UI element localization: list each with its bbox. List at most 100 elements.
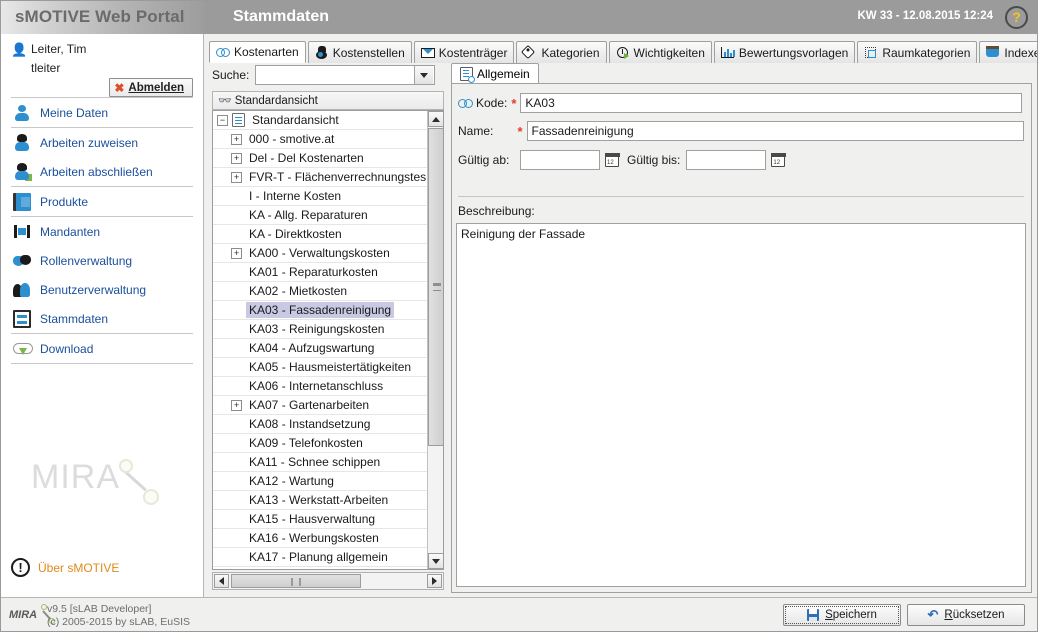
tab-kostentraeger[interactable]: Kostenträger xyxy=(413,41,515,63)
tree-row-label: KA06 - Internetanschluss xyxy=(249,379,384,393)
tree-view-header-label: Standardansicht xyxy=(234,94,318,107)
description-field[interactable] xyxy=(456,223,1026,587)
expand-icon[interactable]: + xyxy=(231,133,242,145)
tree-row[interactable]: KA - Direktkosten xyxy=(213,225,428,244)
footer-bar: MIRA v9.5 [sLAB Developer] (c) 2005-2015… xyxy=(1,597,1037,631)
name-row: Name: * xyxy=(458,121,1024,141)
main-content: Kostenarten Kostenstellen Kostenträger K… xyxy=(205,34,1037,598)
tree-row[interactable]: KA05 - Hausmeistertätigkeiten xyxy=(213,358,428,377)
kode-field[interactable] xyxy=(520,93,1023,113)
cost-unit-icon xyxy=(420,46,435,59)
valid-from-field[interactable] xyxy=(520,150,600,170)
tree-row[interactable]: KA16 - Werbungskosten xyxy=(213,529,428,548)
tree-row[interactable]: KA12 - Wartung xyxy=(213,472,428,491)
save-button[interactable]: Speichern xyxy=(783,604,901,626)
valid-to-field[interactable] xyxy=(686,150,767,170)
tree-vertical-scrollbar[interactable] xyxy=(427,111,443,569)
mira-logo: MIRA xyxy=(9,604,55,624)
tree-row-label: KA16 - Werbungskosten xyxy=(249,531,379,545)
scroll-right-icon[interactable] xyxy=(427,574,442,588)
index-icon xyxy=(986,46,1000,59)
tree-row[interactable]: KA02 - Mietkosten xyxy=(213,282,428,301)
calendar-icon[interactable] xyxy=(604,152,620,167)
tree-row[interactable]: KA03 - Fassadenreinigung xyxy=(213,301,428,320)
tree-row[interactable]: KA13 - Werkstatt-Arbeiten xyxy=(213,491,428,510)
tree-row[interactable]: + Del - Del Kostenarten xyxy=(213,149,428,168)
undo-icon: ↶ xyxy=(927,607,939,622)
vertical-scroll-thumb[interactable] xyxy=(428,128,443,446)
sidebar: 👤 Leiter, Tim tleiter ✖ Abmelden Meine D… xyxy=(1,34,204,598)
tree-expander-placeholder xyxy=(231,286,242,297)
tree-horizontal-scrollbar[interactable] xyxy=(212,572,444,590)
tab-kostenarten[interactable]: Kostenarten xyxy=(209,41,306,63)
logout-button-label: Abmelden xyxy=(128,81,184,94)
tree-row-label: KA03 - Reinigungskosten xyxy=(249,322,385,336)
tree-row[interactable]: + KA00 - Verwaltungskosten xyxy=(213,244,428,263)
tab-raumkategorien[interactable]: Raumkategorien xyxy=(857,41,978,63)
about-smotive-link[interactable]: ! Über sMOTIVE xyxy=(11,558,119,577)
tab-allgemein[interactable]: Allgemein xyxy=(451,63,539,84)
reset-button[interactable]: ↶ Rücksetzen xyxy=(907,604,1025,626)
tree-row[interactable]: KA09 - Telefonkosten xyxy=(213,434,428,453)
tree-row-label: I - Interne Kosten xyxy=(249,189,342,203)
sidebar-item-produkte[interactable]: Produkte xyxy=(1,187,203,216)
sidebar-item-stammdaten[interactable]: Stammdaten xyxy=(1,304,203,333)
tree-row[interactable]: KA - Allg. Reparaturen xyxy=(213,206,428,225)
tree-row-label: KA09 - Telefonkosten xyxy=(249,436,363,450)
scroll-down-icon[interactable] xyxy=(428,553,443,569)
tab-wichtigkeiten[interactable]: Wichtigkeiten xyxy=(608,41,712,63)
tree-row[interactable]: KA11 - Schnee schippen xyxy=(213,453,428,472)
tree-row[interactable]: KA06 - Internetanschluss xyxy=(213,377,428,396)
clock-icon xyxy=(616,46,630,59)
tree-row[interactable]: + FVR-T - Flächenverrechnungstes xyxy=(213,168,428,187)
sidebar-item-meine-daten[interactable]: Meine Daten xyxy=(1,98,203,127)
tree-row[interactable]: KA01 - Reparaturkosten xyxy=(213,263,428,282)
sidebar-item-download[interactable]: Download xyxy=(1,334,203,363)
tab-kostenstellen[interactable]: Kostenstellen xyxy=(307,41,412,63)
tree-view: − Standardansicht +000 - smotive.at + Del - … xyxy=(212,110,444,570)
sidebar-item-label: Produkte xyxy=(40,194,89,209)
tree-row[interactable]: + KA07 - Gartenarbeiten xyxy=(213,396,428,415)
sidebar-item-rollenverwaltung[interactable]: Rollenverwaltung xyxy=(1,246,203,275)
calendar-icon[interactable] xyxy=(770,152,786,167)
name-field[interactable] xyxy=(526,121,1024,141)
expand-icon[interactable]: + xyxy=(231,152,242,164)
help-icon[interactable]: ? xyxy=(1005,6,1028,29)
scroll-left-icon[interactable] xyxy=(214,574,229,588)
tree-row[interactable]: KA04 - Aufzugswartung xyxy=(213,339,428,358)
sidebar-item-arbeiten-zuweisen[interactable]: Arbeiten zuweisen xyxy=(1,128,203,157)
tree-row-label: KA05 - Hausmeistertätigkeiten xyxy=(249,360,412,374)
sidebar-item-arbeiten-abschliessen[interactable]: Arbeiten abschließen xyxy=(1,157,203,186)
expand-icon[interactable]: + xyxy=(231,247,242,259)
tab-label: Kostenträger xyxy=(438,45,508,60)
tree-row[interactable]: KA03 - Reinigungskosten xyxy=(213,320,428,339)
search-input[interactable] xyxy=(256,66,415,84)
bar-chart-icon xyxy=(720,46,735,59)
scroll-up-icon[interactable] xyxy=(428,111,443,127)
sidebar-item-mandanten[interactable]: Mandanten xyxy=(1,217,203,246)
tree-row[interactable]: KA08 - Instandsetzung xyxy=(213,415,428,434)
expand-icon[interactable]: + xyxy=(231,399,242,411)
save-button-label: Speichern xyxy=(825,609,877,621)
tree-row[interactable]: I - Interne Kosten xyxy=(213,187,428,206)
tab-indexe[interactable]: Indexe xyxy=(979,41,1037,63)
tree-row-label: KA03 - Fassadenreinigung xyxy=(246,302,395,318)
tree-row[interactable]: KA17 - Planung allgemein xyxy=(213,548,428,567)
tree-row[interactable]: +000 - smotive.at xyxy=(213,130,428,149)
search-box[interactable] xyxy=(255,65,436,85)
footer-copyright: (c) 2005-2015 by sLAB, EuSIS xyxy=(47,616,190,628)
tab-kategorien[interactable]: Kategorien xyxy=(516,41,607,63)
tree-row[interactable]: KA15 - Hausverwaltung xyxy=(213,510,428,529)
tree-expander-placeholder xyxy=(231,419,242,430)
horizontal-scroll-thumb[interactable] xyxy=(231,574,361,588)
tab-label: Kostenarten xyxy=(234,45,299,59)
tree-row[interactable]: − Standardansicht xyxy=(213,111,428,130)
tab-bar: Kostenarten Kostenstellen Kostenträger K… xyxy=(209,39,1037,63)
divider xyxy=(11,363,193,364)
chevron-down-icon[interactable] xyxy=(414,66,434,84)
expand-icon[interactable]: + xyxy=(231,171,242,183)
collapse-icon[interactable]: − xyxy=(217,114,228,126)
sidebar-item-benutzerverwaltung[interactable]: Benutzerverwaltung xyxy=(1,275,203,304)
logout-button[interactable]: ✖ Abmelden xyxy=(109,78,193,97)
tab-bewertungsvorlagen[interactable]: Bewertungsvorlagen xyxy=(713,41,856,63)
